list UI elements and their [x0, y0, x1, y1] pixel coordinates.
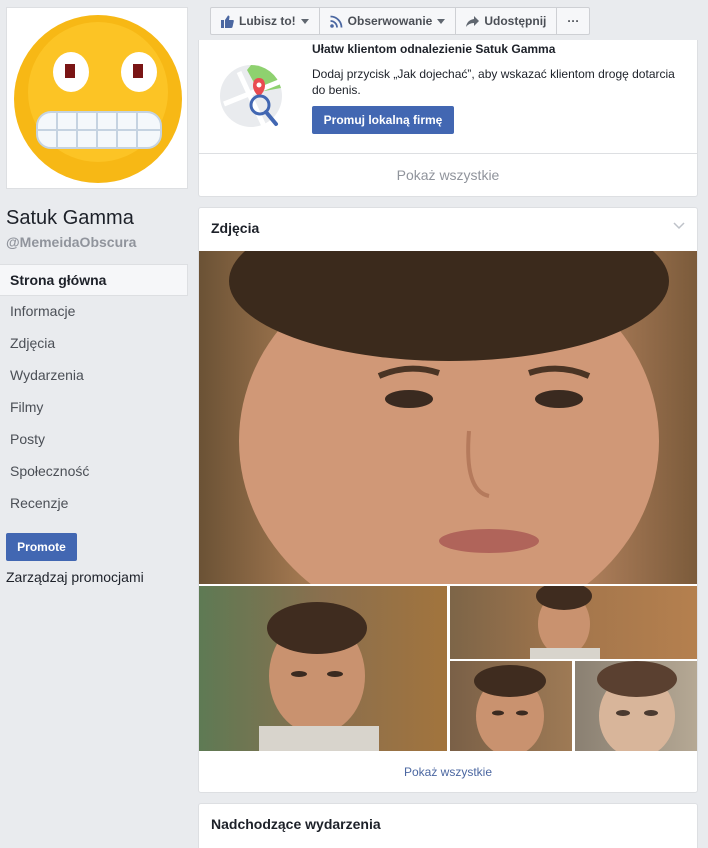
nav-item-events[interactable]: Wydarzenia: [0, 360, 188, 392]
nav-item-reviews[interactable]: Recenzje: [0, 488, 188, 520]
profile-picture[interactable]: [6, 7, 188, 189]
promo-title: Ułatw klientom odnalezienie Satuk Gamma: [312, 42, 556, 56]
photos-card: Zdjęcia Pokaż wszystkie: [198, 207, 698, 793]
promote-local-business-button[interactable]: Promuj lokalną firmę: [312, 106, 454, 134]
manage-promotions-link[interactable]: Zarządzaj promocjami: [6, 569, 144, 585]
events-title[interactable]: Nadchodzące wydarzenia: [211, 816, 381, 832]
follow-button[interactable]: Obserwowanie: [320, 8, 457, 34]
photo-person-illustration: [474, 665, 546, 751]
promo-text: Dodaj przycisk „Jak dojechać”, aby wskaz…: [312, 67, 675, 97]
thumbs-up-icon: [221, 15, 234, 28]
photo-main[interactable]: [199, 251, 697, 584]
page-nav: Strona główna Informacje Zdjęcia Wydarze…: [0, 264, 188, 520]
share-button[interactable]: Udostępnij: [456, 8, 558, 34]
map-pin-search-icon: [220, 64, 282, 128]
like-button[interactable]: Lubisz to!: [211, 8, 320, 34]
page-action-bar: Lubisz to! Obserwowanie Udostępnij ···: [210, 7, 591, 35]
nav-item-photos[interactable]: Zdjęcia: [0, 328, 188, 360]
more-icon: ···: [567, 14, 580, 28]
photo-person-illustration: [597, 661, 677, 751]
more-button[interactable]: ···: [557, 8, 589, 34]
nav-item-videos[interactable]: Filmy: [0, 392, 188, 424]
promo-show-all-link[interactable]: Pokaż wszystkie: [199, 167, 697, 183]
photo-person-illustration: [259, 602, 379, 751]
photo-thumb-1[interactable]: [199, 586, 447, 751]
nav-item-community[interactable]: Społeczność: [0, 456, 188, 488]
nav-item-info[interactable]: Informacje: [0, 296, 188, 328]
local-business-promo-card: Ułatw klientom odnalezienie Satuk Gamma …: [198, 40, 698, 197]
divider: [199, 153, 697, 154]
share-arrow-icon: [466, 15, 480, 27]
caret-down-icon: [437, 18, 446, 24]
nav-item-posts[interactable]: Posty: [0, 424, 188, 456]
page-name: Satuk Gamma: [6, 207, 134, 229]
promote-button[interactable]: Promote: [6, 533, 77, 561]
caret-down-icon: [300, 18, 309, 24]
share-label: Udostępnij: [484, 14, 547, 28]
page-handle[interactable]: @MemeidaObscura: [6, 234, 136, 250]
photo-thumb-4[interactable]: [575, 661, 697, 751]
chevron-down-icon[interactable]: [673, 222, 685, 230]
upcoming-events-card: Nadchodzące wydarzenia: [198, 803, 698, 848]
photos-show-all-link[interactable]: Pokaż wszystkie: [199, 765, 697, 779]
photo-thumb-3[interactable]: [450, 661, 572, 751]
follow-label: Obserwowanie: [347, 14, 433, 28]
photo-thumb-2[interactable]: [450, 586, 697, 659]
rss-icon: [329, 15, 343, 28]
like-label: Lubisz to!: [239, 14, 296, 28]
photo-person-illustration: [530, 586, 600, 659]
photo-face-illustration: [229, 251, 669, 584]
camera-icon[interactable]: [153, 160, 177, 178]
photos-title[interactable]: Zdjęcia: [211, 220, 259, 236]
nav-item-home[interactable]: Strona główna: [0, 264, 188, 296]
